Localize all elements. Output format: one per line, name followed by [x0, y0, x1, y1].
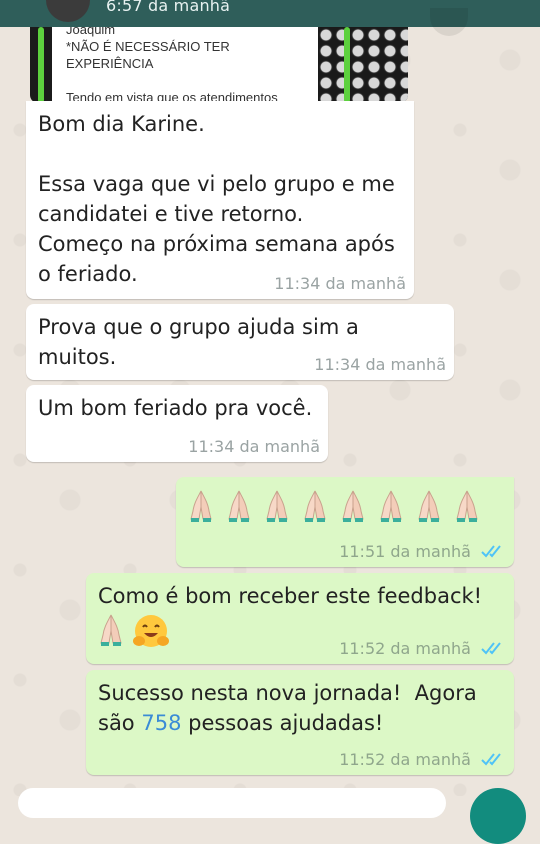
message-time: 11:51 da manhã — [339, 542, 471, 561]
message-meta: 11:52 da manhã — [339, 750, 506, 769]
emoji-row — [188, 485, 502, 523]
folded-hands-emoji-icon — [380, 490, 402, 522]
contact-avatar[interactable] — [46, 0, 90, 22]
send-voice-button[interactable] — [470, 788, 526, 844]
message-meta: 11:51 da manhã — [339, 542, 506, 561]
message-bubble-outgoing[interactable]: 11:51 da manhã — [176, 477, 514, 567]
message-time: 11:52 da manhã — [339, 750, 471, 769]
folded-hands-emoji-icon — [228, 490, 250, 522]
message-text: Bom dia Karine. Essa vaga que vi pelo gr… — [38, 112, 395, 286]
folded-hands-emoji-icon — [418, 490, 440, 522]
message-input[interactable] — [18, 788, 446, 818]
read-receipt-icon — [481, 545, 501, 558]
message-bubble-outgoing[interactable]: Como é bom receber este feedback! 11:52 … — [86, 573, 514, 664]
message-bubble-incoming[interactable]: Bom dia Karine. Essa vaga que vi pelo gr… — [26, 101, 414, 299]
message-text: Sucesso nesta nova jornada! Agora são 75… — [98, 681, 477, 735]
message-text: Um bom feriado pra você. — [38, 396, 313, 420]
message-time: 11:34 da manhã — [314, 355, 446, 374]
preview-pattern-image — [318, 27, 408, 103]
folded-hands-emoji-icon — [266, 490, 288, 522]
message-time: 11:52 da manhã — [339, 639, 471, 658]
message-meta: 11:52 da manhã — [339, 639, 506, 658]
folded-hands-emoji-icon — [342, 490, 364, 522]
folded-hands-emoji-icon — [304, 490, 326, 522]
forwarded-image-preview[interactable]: Joaquim *NÃO É NECESSÁRIO TER EXPERIÊNCI… — [30, 27, 408, 103]
message-time: 11:34 da manhã — [188, 437, 320, 456]
message-time: 11:34 da manhã — [274, 274, 406, 293]
folded-hands-emoji-icon — [456, 490, 478, 522]
preview-text: Joaquim *NÃO É NECESSÁRIO TER EXPERIÊNCI… — [66, 27, 278, 103]
phone-number-link[interactable]: 758 — [141, 711, 181, 735]
message-bubble-incoming[interactable]: Um bom feriado pra você. 11:34 da manhã — [26, 385, 328, 462]
message-bubble-outgoing[interactable]: Sucesso nesta nova jornada! Agora são 75… — [86, 670, 514, 775]
hugging-face-emoji-icon — [133, 615, 169, 647]
folded-hands-emoji-icon — [190, 490, 212, 522]
message-bubble-incoming[interactable]: Prova que o grupo ajuda sim a muitos. 11… — [26, 304, 454, 380]
read-receipt-icon — [481, 753, 501, 766]
chat-header: 6:57 da manhã — [0, 0, 540, 36]
message-text: Como é bom receber este feedback! — [98, 584, 483, 608]
read-receipt-icon — [481, 642, 501, 655]
folded-hands-emoji-icon — [100, 614, 122, 646]
header-status-text: 6:57 da manhã — [106, 0, 231, 15]
